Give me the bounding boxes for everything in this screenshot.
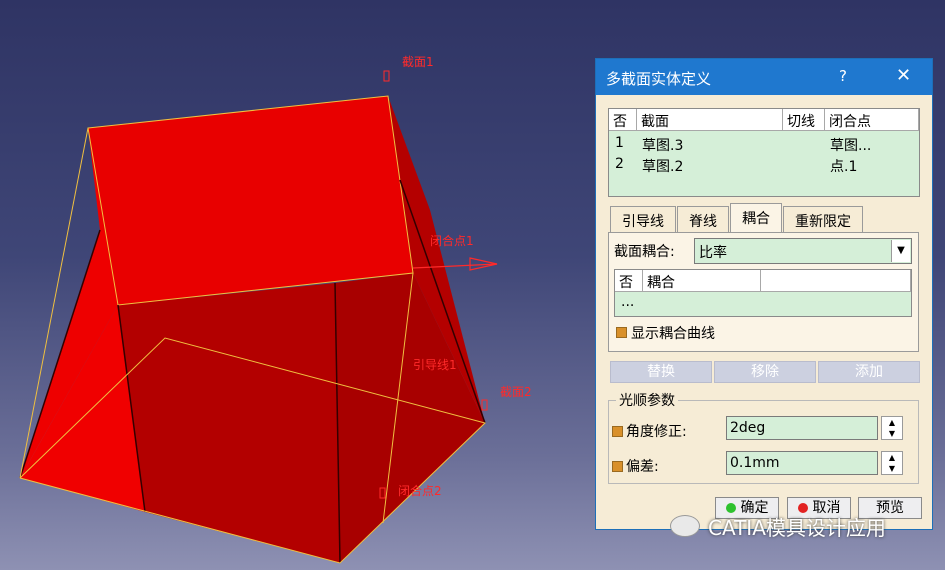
deviation-input[interactable]: 0.1mm bbox=[726, 451, 878, 475]
angle-correction-label: 角度修正: bbox=[626, 424, 687, 440]
row-closing-point: 点.1 bbox=[830, 159, 858, 175]
deviation-checkbox[interactable] bbox=[612, 461, 623, 472]
smooth-parameters-title: 光顺参数 bbox=[616, 390, 678, 410]
column-header-no[interactable]: 否 bbox=[615, 270, 643, 292]
coupling-table[interactable]: 否 耦合 ... bbox=[614, 269, 912, 317]
row-closing-point: 草图... bbox=[830, 138, 872, 154]
checkbox-icon[interactable] bbox=[616, 327, 627, 338]
chevron-down-icon[interactable]: ▼ bbox=[882, 463, 902, 474]
section1-marker bbox=[383, 70, 390, 82]
row-section: 草图.2 bbox=[642, 159, 684, 175]
section1-face bbox=[87, 95, 414, 306]
angle-correction-stepper[interactable]: ▲ ▼ bbox=[881, 416, 903, 440]
tab-coupling[interactable]: 耦合 bbox=[730, 203, 782, 233]
column-header-tangent[interactable]: 切线 bbox=[783, 109, 825, 131]
row-no: 1 bbox=[615, 135, 624, 151]
column-header-closing-point[interactable]: 闭合点 bbox=[825, 109, 919, 131]
section-coupling-label: 截面耦合: bbox=[614, 244, 675, 260]
row-no: 2 bbox=[615, 156, 624, 172]
column-header-empty bbox=[761, 270, 911, 292]
chevron-down-icon[interactable]: ▼ bbox=[882, 428, 902, 439]
chevron-down-icon[interactable]: ▼ bbox=[891, 240, 910, 262]
label-section2[interactable]: 截面2 bbox=[500, 385, 532, 399]
column-header-section[interactable]: 截面 bbox=[637, 109, 783, 131]
remove-button[interactable]: 移除 bbox=[714, 361, 816, 383]
add-button[interactable]: 添加 bbox=[818, 361, 920, 383]
solid-front-face bbox=[118, 283, 340, 563]
help-button[interactable]: ? bbox=[839, 67, 847, 85]
angle-correction-input[interactable]: 2deg bbox=[726, 416, 878, 440]
label-closing-point1[interactable]: 闭合点1 bbox=[430, 233, 474, 248]
label-closing-point2[interactable]: 闭合点2 bbox=[398, 483, 442, 498]
watermark: CATIA模具设计应用 bbox=[708, 516, 886, 540]
show-coupling-curves-label: 显示耦合曲线 bbox=[631, 326, 715, 342]
chevron-up-icon[interactable]: ▲ bbox=[882, 452, 902, 463]
dialog-title: 多截面实体定义 bbox=[606, 70, 712, 88]
coupling-panel: 截面耦合: 比率 ▼ 否 耦合 ... 显示耦合曲线 bbox=[608, 232, 919, 352]
multi-section-solid-dialog: 多截面实体定义 ? ✕ 否 截面 切线 闭合点 1 草图.3 草图... 2 草… bbox=[595, 58, 933, 530]
chevron-up-icon[interactable]: ▲ bbox=[882, 417, 902, 428]
section2-marker bbox=[481, 399, 488, 411]
dialog-titlebar[interactable]: 多截面实体定义 ? ✕ bbox=[596, 59, 932, 95]
section-coupling-select[interactable]: 比率 ▼ bbox=[694, 238, 912, 264]
tab-spine[interactable]: 脊线 bbox=[677, 206, 729, 232]
replace-button[interactable]: 替换 bbox=[610, 361, 712, 383]
close-icon[interactable]: ✕ bbox=[896, 65, 911, 86]
row-section: 草图.3 bbox=[642, 138, 684, 154]
wechat-icon bbox=[670, 515, 700, 537]
section-coupling-value: 比率 bbox=[699, 245, 727, 261]
table-row[interactable]: ... bbox=[621, 294, 634, 310]
label-section1[interactable]: 截面1 bbox=[402, 55, 434, 69]
tab-guides[interactable]: 引导线 bbox=[610, 206, 676, 232]
section-table[interactable]: 否 截面 切线 闭合点 1 草图.3 草图... 2 草图.2 点.1 bbox=[608, 108, 920, 197]
column-header-coupling[interactable]: 耦合 bbox=[643, 270, 761, 292]
column-header-no[interactable]: 否 bbox=[609, 109, 637, 131]
angle-correction-checkbox[interactable] bbox=[612, 426, 623, 437]
deviation-label: 偏差: bbox=[626, 459, 659, 475]
deviation-stepper[interactable]: ▲ ▼ bbox=[881, 451, 903, 475]
solid-right-face bbox=[335, 273, 485, 563]
label-guide1[interactable]: 引导线1 bbox=[413, 358, 457, 372]
tab-relimitation[interactable]: 重新限定 bbox=[783, 206, 863, 232]
